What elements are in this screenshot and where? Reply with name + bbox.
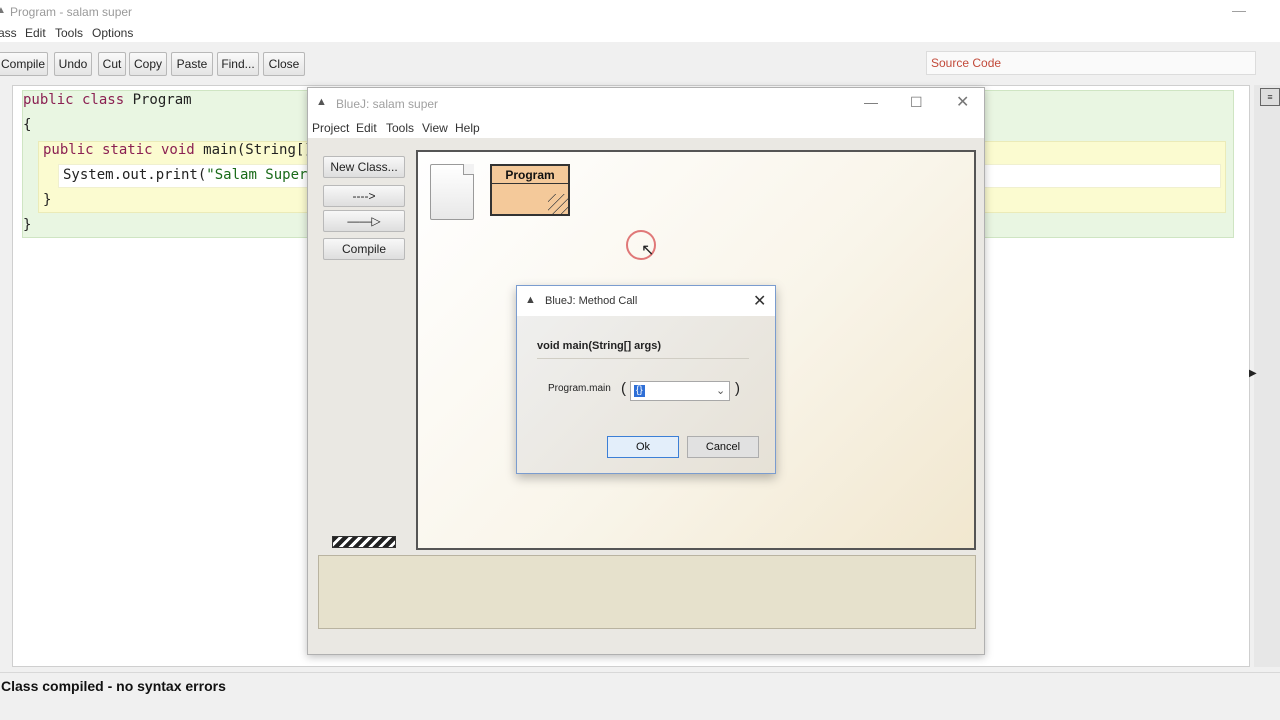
menu-view[interactable]: View bbox=[422, 121, 448, 135]
maximize-icon[interactable]: ☐ bbox=[910, 94, 923, 111]
separator bbox=[537, 358, 749, 359]
code-keyword: public static void bbox=[43, 142, 204, 158]
dialog-titlebar: ▲ BlueJ: Method Call ✕ bbox=[517, 286, 775, 316]
editor-titlebar: ▲ Program - salam super — bbox=[0, 0, 1280, 24]
close-button[interactable]: Close bbox=[263, 52, 305, 76]
class-name-label: Program bbox=[492, 168, 568, 184]
editor-title: Program - salam super bbox=[10, 5, 133, 19]
navigation-view-icon[interactable]: ≡ bbox=[1260, 88, 1280, 106]
close-icon[interactable]: ✕ bbox=[753, 291, 766, 311]
cut-button[interactable]: Cut bbox=[98, 52, 126, 76]
minimize-icon[interactable]: — bbox=[864, 94, 878, 110]
editor-menubar: ass Edit Tools Options bbox=[0, 24, 1280, 42]
code-call: System.out.print( bbox=[63, 167, 207, 183]
bluej-bird-icon: ▲ bbox=[525, 294, 536, 306]
status-message: Class compiled - no syntax errors bbox=[1, 678, 226, 694]
copy-button[interactable]: Copy bbox=[129, 52, 167, 76]
inheritance-arrow-button[interactable]: ——▷ bbox=[323, 210, 405, 232]
code-keyword: public class bbox=[23, 92, 133, 108]
new-class-button[interactable]: New Class... bbox=[323, 156, 405, 178]
paste-button[interactable]: Paste bbox=[171, 52, 213, 76]
open-paren: ( bbox=[621, 380, 626, 397]
menu-edit[interactable]: Edit bbox=[356, 121, 377, 135]
object-bench[interactable] bbox=[318, 555, 976, 629]
menu-class[interactable]: ass bbox=[0, 26, 17, 40]
menu-project[interactable]: Project bbox=[312, 121, 349, 135]
code-class-name: Program bbox=[132, 92, 192, 108]
code-line-5: } bbox=[43, 192, 52, 208]
menu-options[interactable]: Options bbox=[92, 26, 133, 40]
right-gutter bbox=[1254, 85, 1280, 667]
project-title: BlueJ: salam super bbox=[336, 97, 439, 111]
caret-right-icon[interactable]: ▶ bbox=[1249, 368, 1257, 379]
undo-button[interactable]: Undo bbox=[54, 52, 92, 76]
close-paren: ) bbox=[735, 380, 740, 397]
code-line-6: } bbox=[23, 217, 32, 233]
code-string: "Salam Super" bbox=[206, 167, 316, 183]
ok-button[interactable]: Ok bbox=[607, 436, 679, 458]
code-line-3: public static void main(String[] ar bbox=[43, 142, 338, 158]
bluej-bird-icon: ▲ bbox=[316, 96, 327, 108]
readme-document-icon[interactable] bbox=[430, 164, 474, 220]
find-button[interactable]: Find... bbox=[217, 52, 259, 76]
cancel-button[interactable]: Cancel bbox=[687, 436, 759, 458]
method-call-dialog: ▲ BlueJ: Method Call ✕ void main(String[… bbox=[516, 285, 776, 474]
minimize-icon[interactable]: — bbox=[1232, 2, 1246, 18]
menu-tools[interactable]: Tools bbox=[386, 121, 414, 135]
close-icon[interactable]: ✕ bbox=[956, 92, 969, 112]
menu-help[interactable]: Help bbox=[455, 121, 480, 135]
argument-value[interactable]: {} bbox=[634, 385, 645, 397]
class-program[interactable]: Program bbox=[490, 164, 570, 216]
argument-combobox[interactable]: {} ⌄ bbox=[630, 381, 730, 401]
call-label: Program.main bbox=[548, 383, 611, 394]
project-menubar: Project Edit Tools View Help bbox=[308, 118, 984, 138]
bluej-bird-icon: ▲ bbox=[0, 5, 6, 16]
menu-tools[interactable]: Tools bbox=[55, 26, 83, 40]
chevron-down-icon[interactable]: ⌄ bbox=[716, 384, 725, 397]
compile-button[interactable]: Compile bbox=[323, 238, 405, 260]
menu-edit[interactable]: Edit bbox=[25, 26, 46, 40]
view-select[interactable]: Source Code bbox=[926, 51, 1256, 75]
mouse-pointer-icon: ↖ bbox=[641, 242, 655, 259]
project-titlebar: ▲ BlueJ: salam super — ☐ ✕ bbox=[308, 88, 984, 118]
compile-button[interactable]: Compile bbox=[0, 52, 48, 76]
method-signature: void main(String[] args) bbox=[537, 340, 662, 352]
compiled-hatch bbox=[548, 194, 568, 214]
code-line-1: public class Program bbox=[23, 92, 192, 108]
code-line-4: System.out.print("Salam Super" bbox=[63, 167, 316, 183]
machine-status-indicator bbox=[332, 536, 396, 548]
uses-arrow-button[interactable]: ----> bbox=[323, 185, 405, 207]
code-line-2: { bbox=[23, 117, 32, 133]
dialog-title: BlueJ: Method Call bbox=[545, 295, 638, 307]
